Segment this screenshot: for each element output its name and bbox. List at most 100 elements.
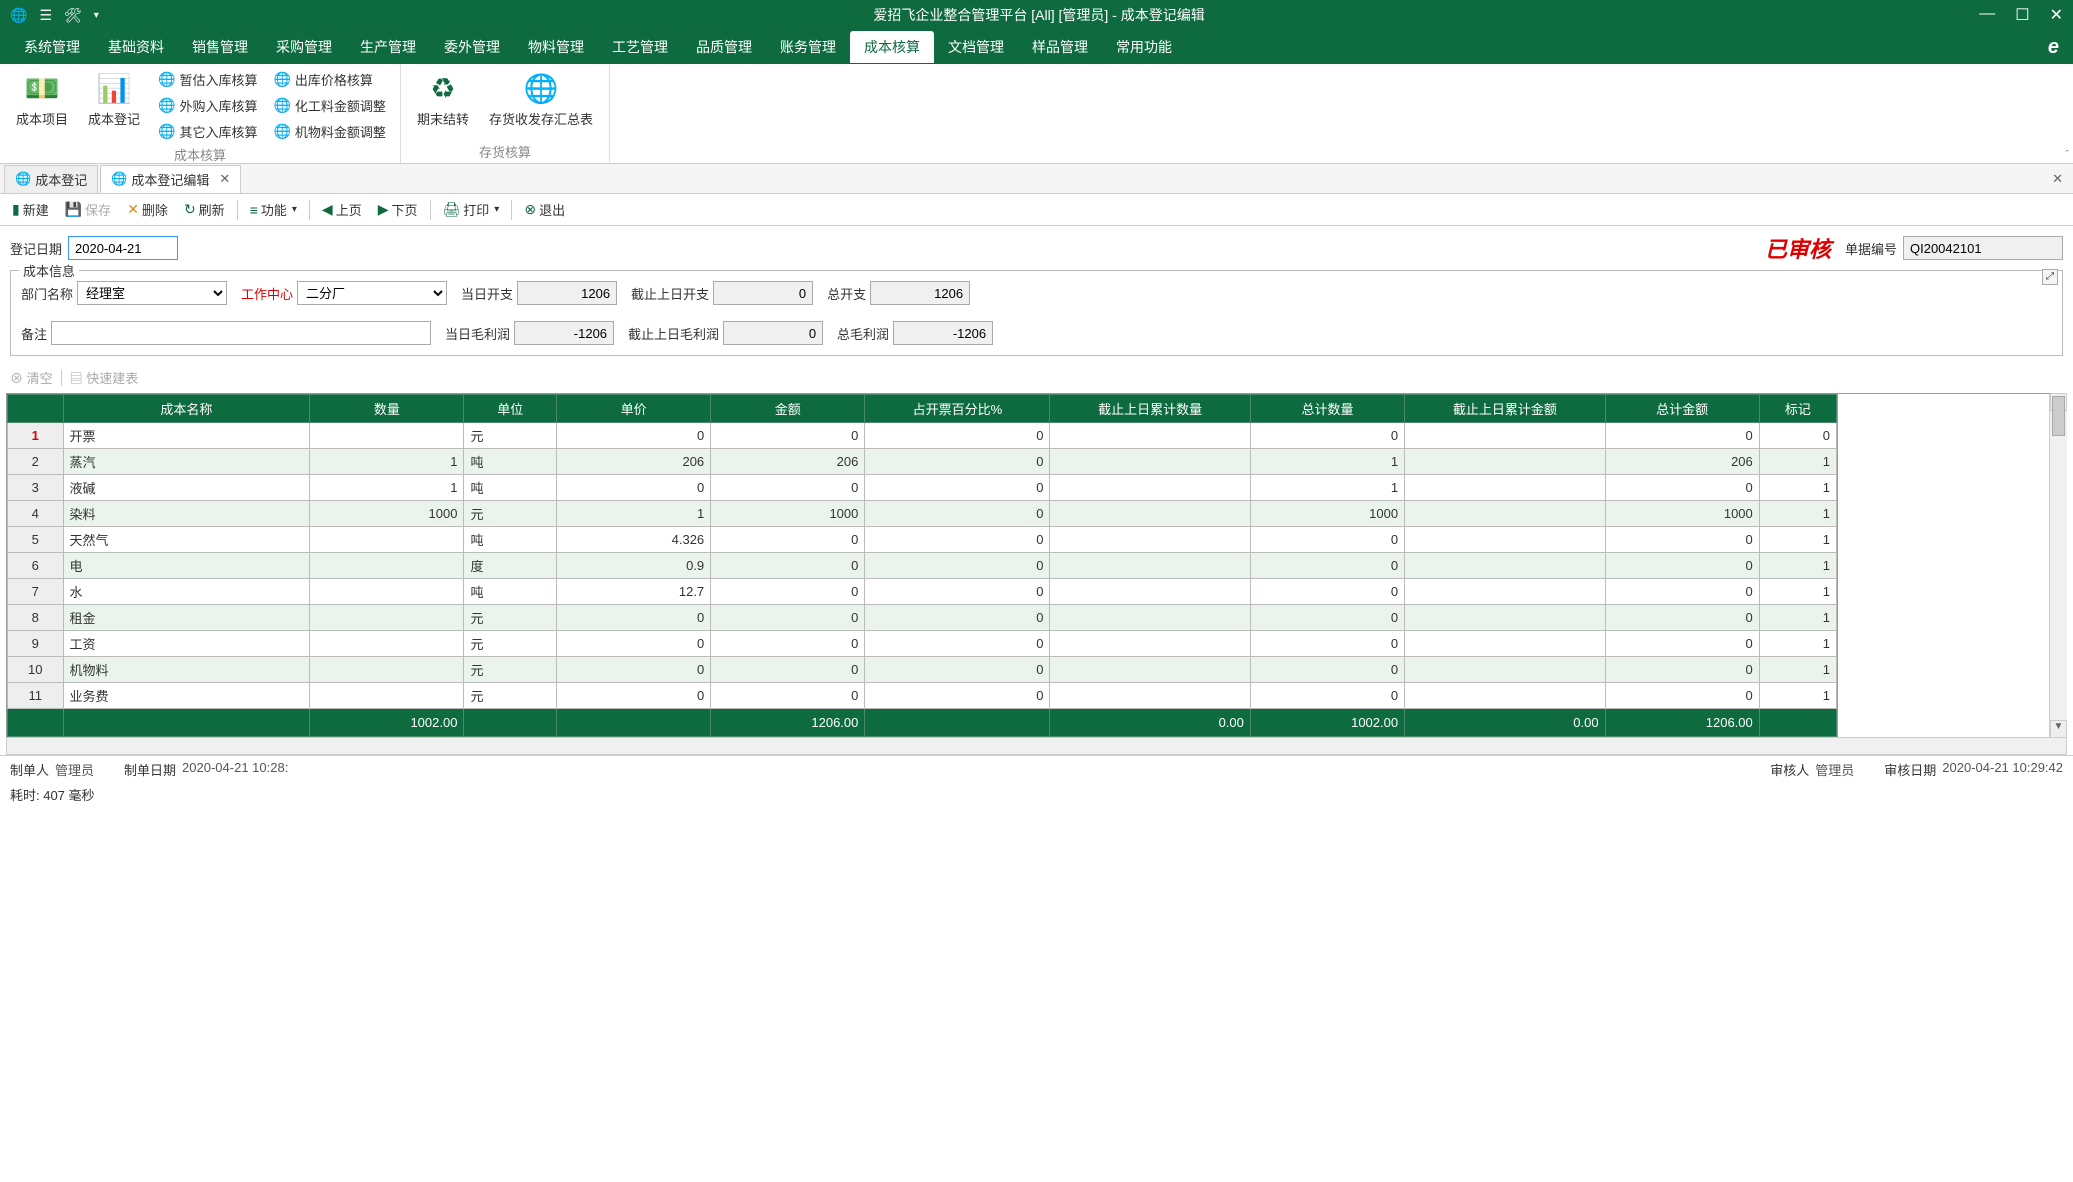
function-button[interactable]: ≡功能▾ (244, 197, 303, 222)
doc-no-input (1903, 236, 2063, 260)
group-label: 成本核算 (10, 143, 390, 166)
globe-icon[interactable]: 🌐 (10, 7, 27, 24)
table-row[interactable]: 11业务费元000001 (8, 683, 1837, 709)
reg-date-input[interactable] (68, 236, 178, 260)
next-page-button[interactable]: ▶下页 (372, 197, 424, 222)
tabs-close-all-button[interactable]: ✕ (2046, 171, 2069, 187)
tab-close-icon[interactable]: ✕ (219, 171, 230, 187)
menu-采购管理[interactable]: 采购管理 (262, 31, 346, 63)
toolbar: ▮新建 💾保存 ✕删除 ↻刷新 ≡功能▾ ◀上页 ▶下页 🖨打印▾ ⊗退出 (0, 194, 2073, 226)
tab-成本登记编辑[interactable]: 🌐成本登记编辑✕ (100, 165, 241, 193)
table-row[interactable]: 3液碱1吨000101 (8, 475, 1837, 501)
browser-icon[interactable]: e (2048, 36, 2059, 59)
col-截止上日累计金额[interactable]: 截止上日累计金额 (1405, 395, 1605, 423)
exit-icon: ⊗ (524, 201, 536, 218)
col-总计数量[interactable]: 总计数量 (1250, 395, 1404, 423)
cost-project-button[interactable]: 💵 成本项目 (10, 68, 74, 132)
workcenter-select[interactable]: 二分厂 (297, 281, 447, 305)
new-button[interactable]: ▮新建 (6, 197, 55, 222)
ribbon-small-化工料金额调整[interactable]: 🌐化工料金额调整 (269, 94, 389, 117)
wrench-icon[interactable]: 🛠 (64, 7, 82, 24)
col-截止上日累计数量[interactable]: 截止上日累计数量 (1050, 395, 1250, 423)
refresh-icon: ↻ (184, 201, 196, 218)
grid-blank-area: ▲ ▼ (1837, 394, 2067, 737)
col-总计金额[interactable]: 总计金额 (1605, 395, 1759, 423)
chevron-down-icon: ▾ (292, 204, 297, 215)
col-单价[interactable]: 单价 (556, 395, 710, 423)
ribbon-group-stock: ♻ 期末结转 🌐 存货收发存汇总表 存货核算 (401, 64, 610, 163)
period-close-button[interactable]: ♻ 期末结转 (411, 68, 475, 132)
table-row[interactable]: 1开票元000000 (8, 423, 1837, 449)
table-row[interactable]: 4染料1000元110000100010001 (8, 501, 1837, 527)
col-成本名称[interactable]: 成本名称 (63, 395, 310, 423)
menu-文档管理[interactable]: 文档管理 (934, 31, 1018, 63)
ribbon-small-出库价格核算[interactable]: 🌐出库价格核算 (269, 68, 389, 91)
col-标记[interactable]: 标记 (1759, 395, 1836, 423)
table-row[interactable]: 10机物料元000001 (8, 657, 1837, 683)
table-row[interactable]: 9工资元000001 (8, 631, 1837, 657)
col-占开票百分比%[interactable]: 占开票百分比% (865, 395, 1050, 423)
total-profit-field (893, 321, 993, 345)
save-icon: 💾 (65, 201, 82, 218)
menu-基础资料[interactable]: 基础资料 (94, 31, 178, 63)
prev-profit-field (723, 321, 823, 345)
ribbon-small-其它入库核算[interactable]: 🌐其它入库核算 (154, 120, 261, 143)
ribbon-small-外购入库核算[interactable]: 🌐外购入库核算 (154, 94, 261, 117)
prev-expense-label: 截止上日开支 (631, 284, 709, 303)
menu-委外管理[interactable]: 委外管理 (430, 31, 514, 63)
prev-page-button[interactable]: ◀上页 (316, 197, 368, 222)
ribbon-group-cost: 💵 成本项目 📊 成本登记 🌐暂估入库核算 🌐外购入库核算 🌐其它入库核算 🌐出库价… (0, 64, 401, 163)
menu-销售管理[interactable]: 销售管理 (178, 31, 262, 63)
table-row[interactable]: 2蒸汽1吨206206012061 (8, 449, 1837, 475)
scroll-down-button[interactable]: ▼ (2050, 720, 2067, 738)
vertical-scrollbar[interactable]: ▲ ▼ (2049, 394, 2067, 737)
cost-info-fieldset: 成本信息 ⤢ 部门名称 经理室 工作中心 二分厂 当日开支 截止上日开支 总开支 (10, 270, 2063, 356)
delete-button[interactable]: ✕删除 (121, 197, 174, 222)
menu-常用功能[interactable]: 常用功能 (1102, 31, 1186, 63)
maximize-button[interactable]: ☐ (2015, 5, 2029, 25)
close-button[interactable]: ✕ (2050, 5, 2063, 25)
table-row[interactable]: 8租金元000001 (8, 605, 1837, 631)
globe-icon: 🌐 (273, 123, 290, 140)
col-数量[interactable]: 数量 (310, 395, 464, 423)
print-icon: 🖨 (443, 201, 461, 218)
table-row[interactable]: 7水吨12.700001 (8, 579, 1837, 605)
clear-button[interactable]: ⊗ 清空 (10, 368, 53, 387)
print-button[interactable]: 🖨打印▾ (437, 197, 506, 222)
dept-select[interactable]: 经理室 (77, 281, 227, 305)
scroll-thumb[interactable] (2052, 396, 2065, 436)
save-button[interactable]: 💾保存 (59, 197, 117, 222)
exit-button[interactable]: ⊗退出 (518, 197, 571, 222)
menu-生产管理[interactable]: 生产管理 (346, 31, 430, 63)
expand-fieldset-button[interactable]: ⤢ (2042, 269, 2058, 285)
ribbon-small-暂估入库核算[interactable]: 🌐暂估入库核算 (154, 68, 261, 91)
menu-账务管理[interactable]: 账务管理 (766, 31, 850, 63)
total-profit-label: 总毛利润 (837, 324, 889, 343)
ribbon-small-机物料金额调整[interactable]: 🌐机物料金额调整 (269, 120, 389, 143)
menu-工艺管理[interactable]: 工艺管理 (598, 31, 682, 63)
minimize-button[interactable]: — (1979, 5, 1995, 25)
dept-label: 部门名称 (21, 284, 73, 303)
quick-build-button[interactable]: ▤ 快速建表 (70, 368, 139, 387)
col-金额[interactable]: 金额 (711, 395, 865, 423)
tab-成本登记[interactable]: 🌐成本登记 (4, 165, 98, 193)
remark-input[interactable] (51, 321, 431, 345)
collapse-ribbon-button[interactable]: ˆ (2065, 149, 2069, 161)
stock-summary-button[interactable]: 🌐 存货收发存汇总表 (483, 68, 599, 132)
menu-成本核算[interactable]: 成本核算 (850, 31, 934, 63)
menu-品质管理[interactable]: 品质管理 (682, 31, 766, 63)
refresh-button[interactable]: ↻刷新 (178, 197, 231, 222)
creator-value: 管理员 (55, 760, 94, 779)
col-单位[interactable]: 单位 (464, 395, 557, 423)
table-row[interactable]: 6电度0.900001 (8, 553, 1837, 579)
table-row[interactable]: 5天然气吨4.32600001 (8, 527, 1837, 553)
menu-系统管理[interactable]: 系统管理 (10, 31, 94, 63)
menu-物料管理[interactable]: 物料管理 (514, 31, 598, 63)
horizontal-scrollbar[interactable] (6, 737, 2067, 755)
globe-icon: 🌐 (273, 97, 290, 114)
cost-register-button[interactable]: 📊 成本登记 (82, 68, 146, 132)
globe-icon: 🌐 (15, 171, 31, 187)
workcenter-label: 工作中心 (241, 284, 293, 303)
menu-样品管理[interactable]: 样品管理 (1018, 31, 1102, 63)
stack-icon[interactable]: ☰ (39, 7, 52, 24)
